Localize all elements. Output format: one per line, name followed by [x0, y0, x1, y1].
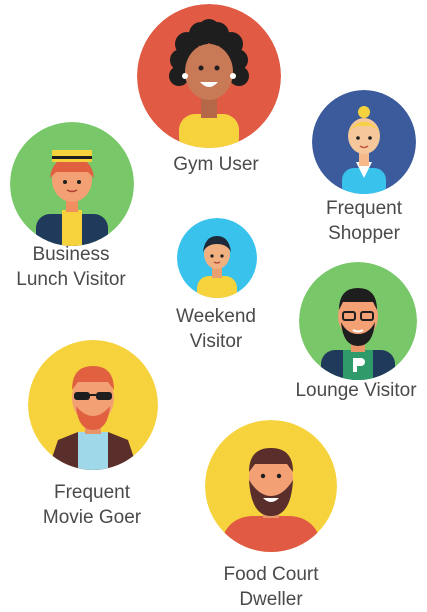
business-lunch-visitor-avatar — [10, 122, 134, 246]
food-court-dweller-avatar — [205, 420, 337, 552]
gym-user-label: Gym User — [173, 154, 259, 175]
food-court-dweller-icon — [205, 420, 337, 552]
weekend-visitor-label: Weekend Visitor — [176, 306, 256, 352]
gym-user-icon — [137, 4, 281, 148]
frequent-shopper-icon — [312, 90, 416, 194]
weekend-visitor-icon — [177, 218, 257, 298]
frequent-shopper-label: Frequent Shopper — [325, 198, 403, 244]
frequent-movie-goer-avatar — [28, 340, 158, 470]
business-lunch-visitor-label: Business Lunch Visitor — [16, 244, 126, 290]
food-court-dweller-label: Food Court Dweller — [223, 564, 319, 610]
lounge-visitor-label: Lounge Visitor — [295, 380, 417, 401]
frequent-movie-goer-label: Frequent Movie Goer — [42, 482, 142, 528]
lounge-visitor-icon — [299, 262, 417, 380]
frequent-shopper-avatar — [312, 90, 416, 194]
frequent-movie-goer-icon — [28, 340, 158, 470]
gym-user-avatar — [137, 4, 281, 148]
business-lunch-visitor-icon — [10, 122, 134, 246]
weekend-visitor-avatar — [177, 218, 257, 298]
lounge-visitor-avatar — [299, 262, 417, 380]
